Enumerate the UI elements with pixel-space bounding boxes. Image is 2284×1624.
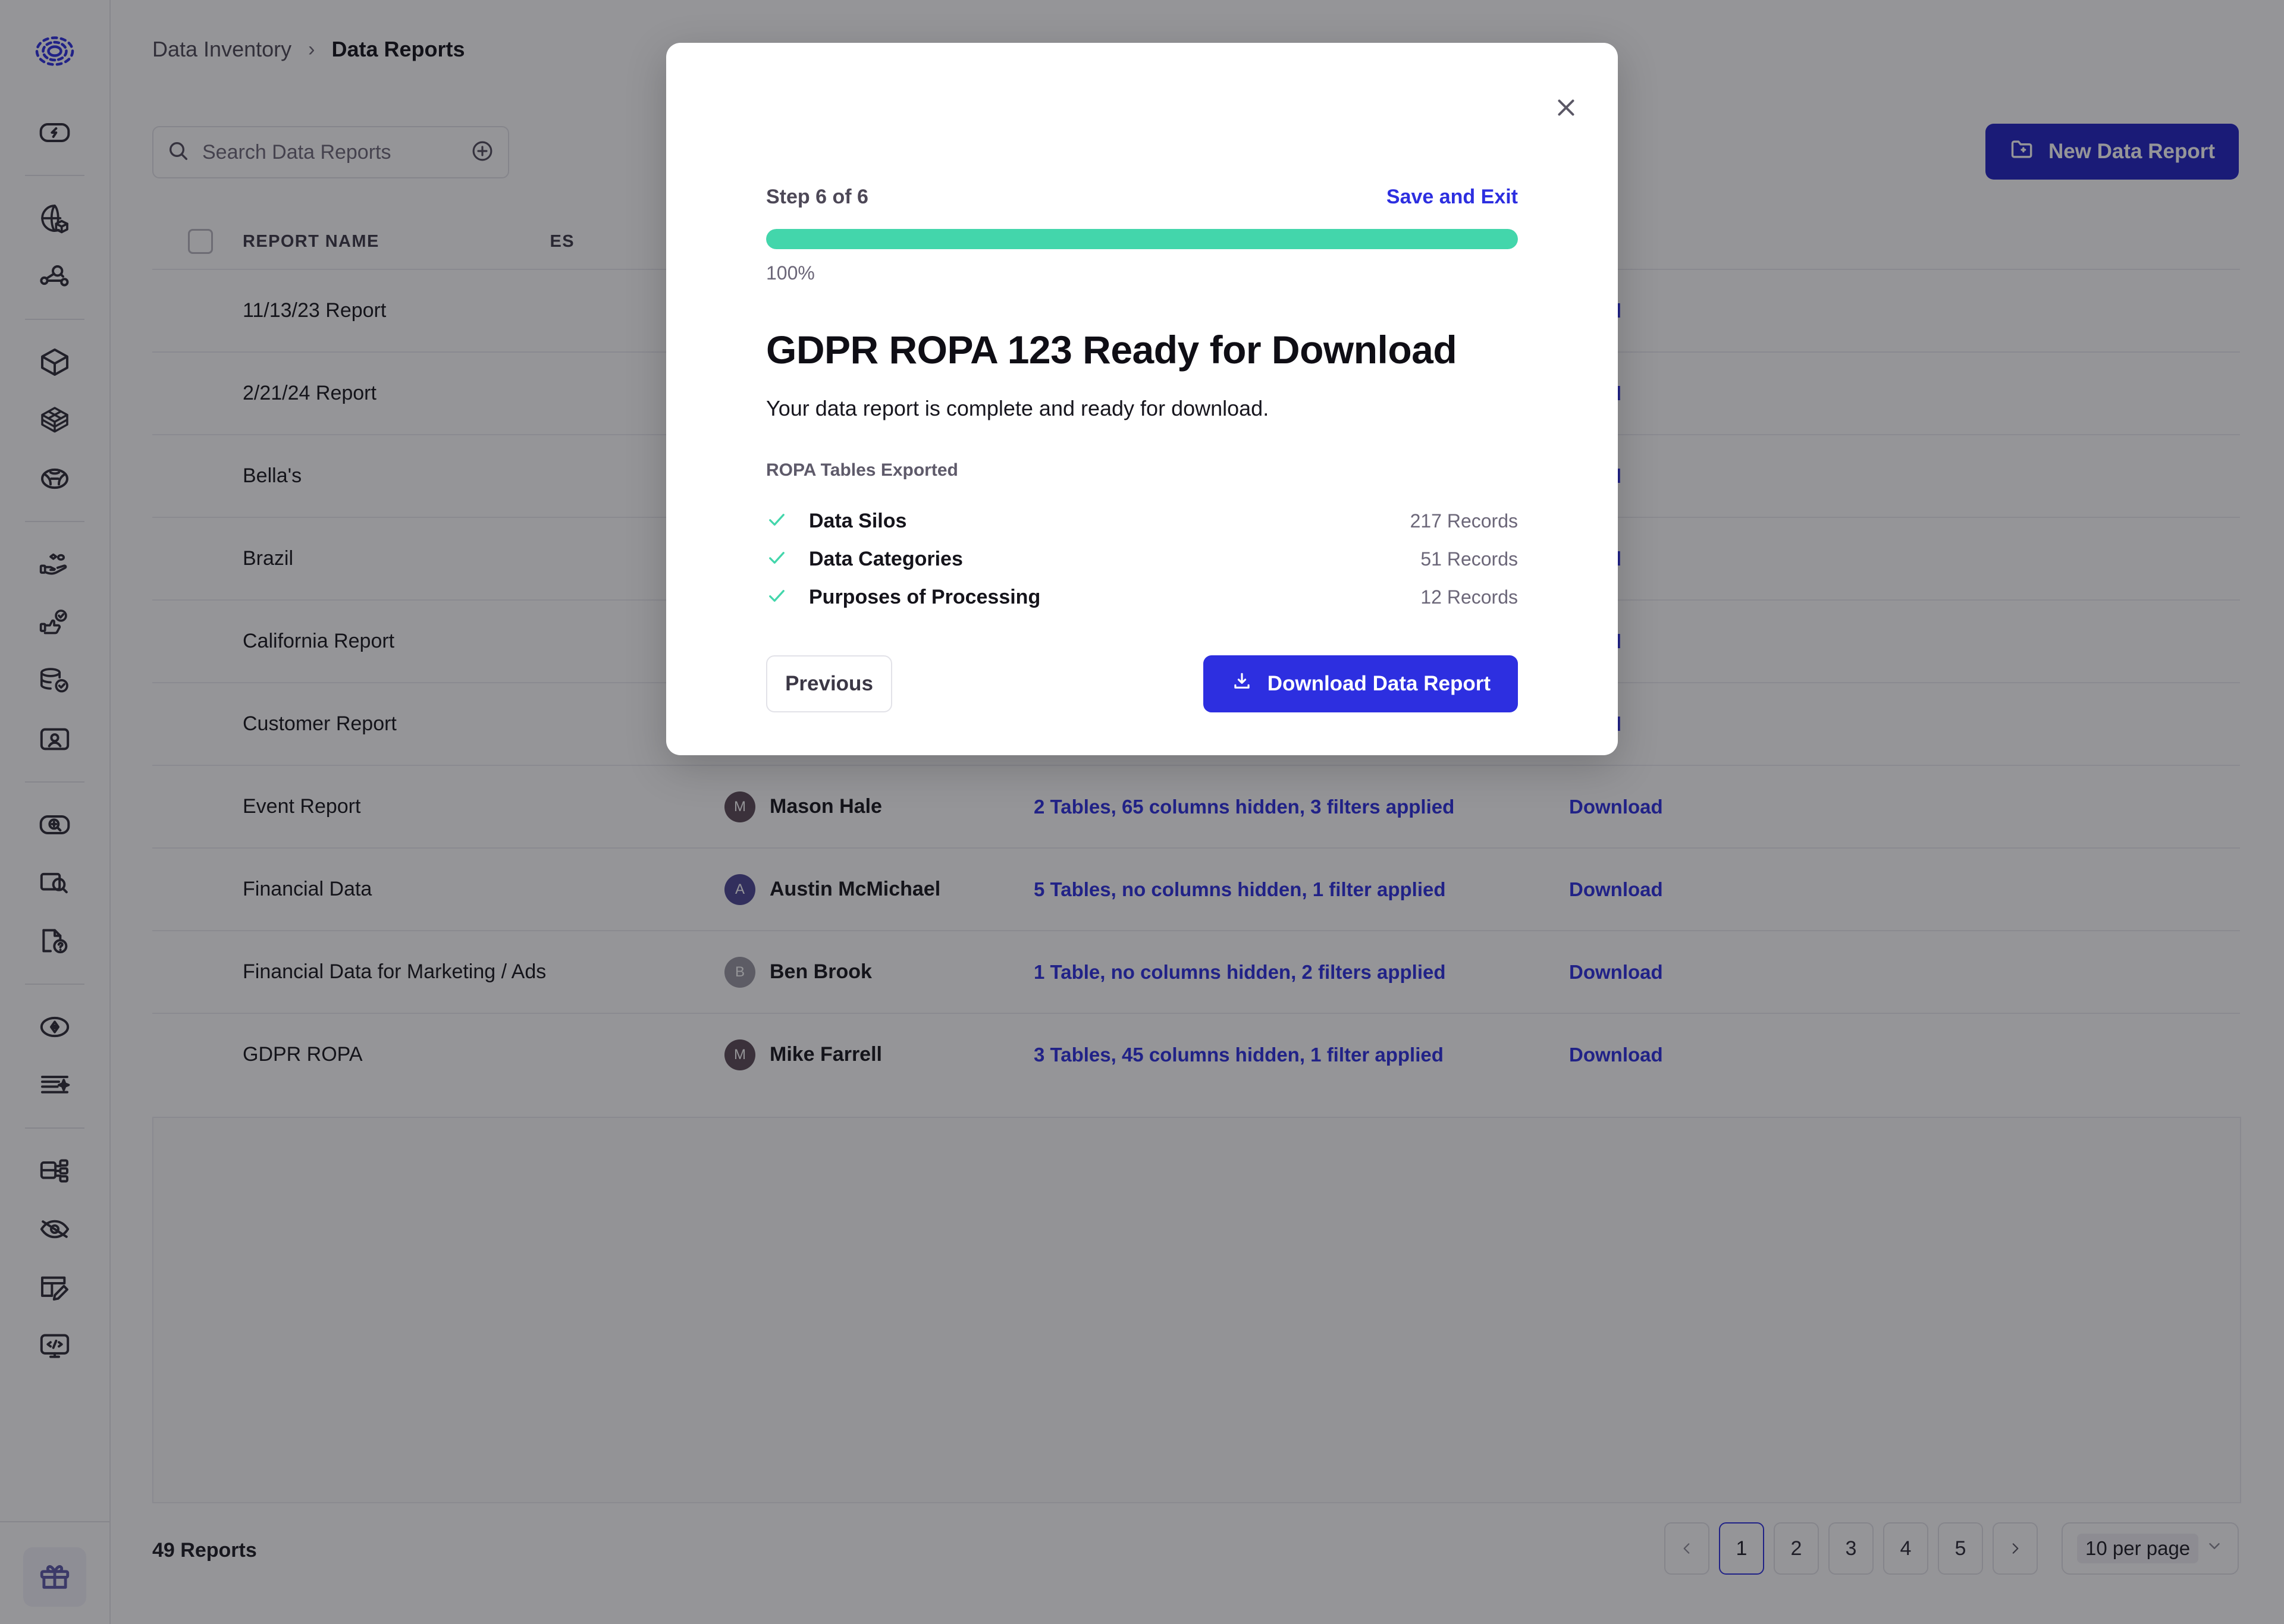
ropa-table-item: Data Silos 217 Records <box>766 502 1518 540</box>
download-data-report-label: Download Data Report <box>1267 672 1491 695</box>
modal-step-row: Step 6 of 6 Save and Exit <box>766 186 1518 209</box>
ropa-table-name: Data Silos <box>809 509 907 532</box>
modal-title: GDPR ROPA 123 Ready for Download <box>766 328 1457 372</box>
progress-percent-label: 100% <box>766 262 815 284</box>
download-data-report-button[interactable]: Download Data Report <box>1203 655 1518 712</box>
modal-subtitle: Your data report is complete and ready f… <box>766 396 1269 420</box>
step-label: Step 6 of 6 <box>766 186 868 208</box>
ropa-table-item: Data Categories 51 Records <box>766 540 1518 578</box>
app-root: Data Inventory › Data Reports Search Dat… <box>0 0 2284 1624</box>
ropa-table-record-count: 51 Records <box>1420 548 1518 570</box>
progress-bar <box>766 229 1518 249</box>
ropa-table-item: Purposes of Processing 12 Records <box>766 578 1518 616</box>
ropa-tables-list: Data Silos 217 Records Data Categories 51 R… <box>766 502 1518 616</box>
ropa-table-record-count: 12 Records <box>1420 586 1518 608</box>
close-icon[interactable] <box>1545 87 1587 128</box>
ropa-tables-section-label: ROPA Tables Exported <box>766 460 958 480</box>
ropa-table-name: Data Categories <box>809 547 963 570</box>
ropa-table-record-count: 217 Records <box>1410 510 1518 532</box>
save-and-exit-link[interactable]: Save and Exit <box>1386 186 1518 209</box>
modal-body: Step 6 of 6 Save and Exit 100% GDPR ROPA… <box>766 186 1518 712</box>
download-icon <box>1231 670 1253 698</box>
ropa-table-name: Purposes of Processing <box>809 585 1041 608</box>
check-icon <box>766 585 788 610</box>
previous-button[interactable]: Previous <box>766 655 892 712</box>
modal-actions: Previous Download Data Report <box>766 655 1518 712</box>
progress-bar-fill <box>766 229 1518 249</box>
download-ready-modal: Step 6 of 6 Save and Exit 100% GDPR ROPA… <box>666 43 1618 755</box>
check-icon <box>766 547 788 571</box>
check-icon <box>766 509 788 533</box>
